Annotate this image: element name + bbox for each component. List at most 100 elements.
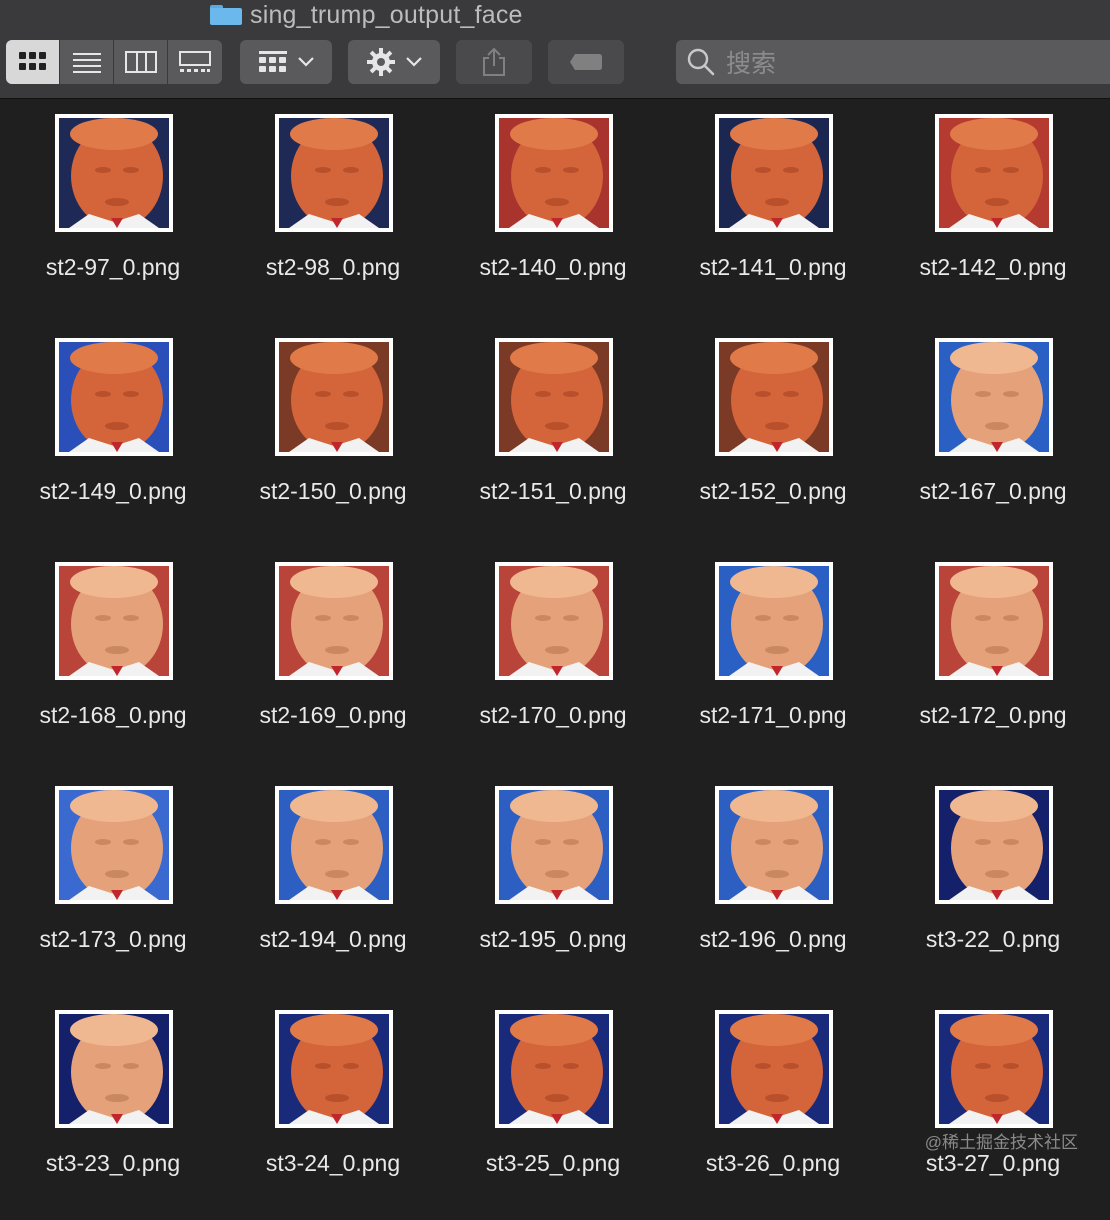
finder-toolbar: 搜索 bbox=[0, 30, 1110, 99]
file-item[interactable]: st2-98_0.png bbox=[220, 100, 440, 324]
file-thumbnail[interactable] bbox=[715, 562, 833, 680]
column-view-button[interactable] bbox=[114, 40, 168, 84]
tags-button[interactable] bbox=[548, 40, 624, 84]
list-view-button[interactable] bbox=[60, 40, 114, 84]
file-thumbnail[interactable] bbox=[55, 114, 173, 232]
file-item[interactable]: st2-194_0.png bbox=[220, 772, 440, 996]
file-thumbnail[interactable] bbox=[55, 562, 173, 680]
file-item[interactable]: st2-173_0.png bbox=[0, 772, 220, 996]
file-name: st2-98_0.png bbox=[265, 254, 401, 280]
file-thumbnail[interactable] bbox=[495, 1010, 613, 1128]
file-item[interactable]: st3-26_0.png bbox=[660, 996, 880, 1220]
file-thumbnail[interactable] bbox=[495, 338, 613, 456]
file-name: st3-22_0.png bbox=[925, 926, 1061, 952]
face-image bbox=[59, 790, 169, 900]
file-item[interactable]: st2-97_0.png bbox=[0, 100, 220, 324]
icon-view-button[interactable] bbox=[6, 40, 60, 84]
file-name: st3-27_0.png bbox=[925, 1150, 1061, 1176]
file-thumbnail[interactable] bbox=[715, 114, 833, 232]
file-item[interactable]: st2-172_0.png bbox=[880, 548, 1100, 772]
file-thumbnail[interactable] bbox=[275, 562, 393, 680]
window-title-text: sing_trump_output_face bbox=[250, 0, 523, 29]
face-image bbox=[939, 1014, 1049, 1124]
face-image bbox=[939, 790, 1049, 900]
face-image bbox=[719, 118, 829, 228]
window-titlebar: sing_trump_output_face bbox=[0, 0, 1110, 30]
file-item[interactable]: st3-27_0.png bbox=[880, 996, 1100, 1220]
face-image bbox=[499, 342, 609, 452]
file-thumbnail[interactable] bbox=[935, 562, 1053, 680]
file-item[interactable]: st2-196_0.png bbox=[660, 772, 880, 996]
file-name: st2-152_0.png bbox=[699, 478, 847, 504]
face-image bbox=[939, 342, 1049, 452]
file-thumbnail[interactable] bbox=[55, 786, 173, 904]
file-item[interactable]: st2-141_0.png bbox=[660, 100, 880, 324]
file-item[interactable]: st2-151_0.png bbox=[440, 324, 660, 548]
gallery-view-button[interactable] bbox=[168, 40, 222, 84]
file-name: st2-168_0.png bbox=[39, 702, 187, 728]
file-item[interactable]: st2-195_0.png bbox=[440, 772, 660, 996]
file-thumbnail[interactable] bbox=[935, 786, 1053, 904]
file-item[interactable]: st2-150_0.png bbox=[220, 324, 440, 548]
face-image bbox=[279, 342, 389, 452]
file-item[interactable]: st2-168_0.png bbox=[0, 548, 220, 772]
file-item[interactable]: st3-23_0.png bbox=[0, 996, 220, 1220]
file-name: st2-141_0.png bbox=[699, 254, 847, 280]
face-image bbox=[719, 566, 829, 676]
file-thumbnail[interactable] bbox=[495, 114, 613, 232]
search-icon bbox=[687, 48, 715, 76]
file-thumbnail[interactable] bbox=[935, 114, 1053, 232]
file-thumbnail[interactable] bbox=[715, 786, 833, 904]
face-image bbox=[499, 790, 609, 900]
file-thumbnail[interactable] bbox=[55, 1010, 173, 1128]
file-name: st2-195_0.png bbox=[479, 926, 627, 952]
face-image bbox=[719, 1014, 829, 1124]
search-field[interactable]: 搜索 bbox=[676, 40, 1110, 84]
file-item[interactable]: st2-152_0.png bbox=[660, 324, 880, 548]
file-item[interactable]: st3-24_0.png bbox=[220, 996, 440, 1220]
file-name: st2-172_0.png bbox=[919, 702, 1067, 728]
grid-icon bbox=[18, 52, 46, 70]
chevron-down-icon bbox=[406, 57, 422, 67]
file-thumbnail[interactable] bbox=[495, 786, 613, 904]
face-image bbox=[59, 342, 169, 452]
file-item[interactable]: st2-142_0.png bbox=[880, 100, 1100, 324]
file-thumbnail[interactable] bbox=[715, 1010, 833, 1128]
action-menu-button[interactable] bbox=[348, 40, 440, 84]
file-thumbnail[interactable] bbox=[935, 338, 1053, 456]
file-thumbnail[interactable] bbox=[275, 786, 393, 904]
file-thumbnail[interactable] bbox=[715, 338, 833, 456]
file-item[interactable]: st2-170_0.png bbox=[440, 548, 660, 772]
file-item[interactable]: st2-149_0.png bbox=[0, 324, 220, 548]
face-image bbox=[719, 342, 829, 452]
file-item[interactable]: st3-25_0.png bbox=[440, 996, 660, 1220]
file-name: st2-149_0.png bbox=[39, 478, 187, 504]
face-image bbox=[59, 566, 169, 676]
watermark: @稀土掘金技术社区 bbox=[924, 1133, 1078, 1152]
file-item[interactable]: st3-22_0.png bbox=[880, 772, 1100, 996]
chevron-down-icon bbox=[298, 57, 314, 67]
file-thumbnail[interactable] bbox=[275, 114, 393, 232]
file-item[interactable]: st2-167_0.png bbox=[880, 324, 1100, 548]
file-thumbnail[interactable] bbox=[275, 1010, 393, 1128]
file-thumbnail[interactable] bbox=[495, 562, 613, 680]
file-thumbnail[interactable] bbox=[275, 338, 393, 456]
file-thumbnail[interactable] bbox=[55, 338, 173, 456]
file-item[interactable]: st2-171_0.png bbox=[660, 548, 880, 772]
file-item[interactable]: st2-140_0.png bbox=[440, 100, 660, 324]
file-name: st2-194_0.png bbox=[259, 926, 407, 952]
file-thumbnail[interactable] bbox=[935, 1010, 1053, 1128]
face-image bbox=[279, 118, 389, 228]
face-image bbox=[59, 1014, 169, 1124]
file-name: st2-140_0.png bbox=[479, 254, 627, 280]
gallery-icon bbox=[179, 51, 211, 72]
file-name: st2-196_0.png bbox=[699, 926, 847, 952]
file-name: st3-25_0.png bbox=[485, 1150, 621, 1176]
search-placeholder: 搜索 bbox=[726, 50, 777, 78]
group-by-menu-button[interactable] bbox=[240, 40, 332, 84]
view-mode-segmented-control bbox=[6, 40, 222, 84]
file-item[interactable]: st2-169_0.png bbox=[220, 548, 440, 772]
file-name: st2-169_0.png bbox=[259, 702, 407, 728]
share-button[interactable] bbox=[456, 40, 532, 84]
face-image bbox=[499, 1014, 609, 1124]
